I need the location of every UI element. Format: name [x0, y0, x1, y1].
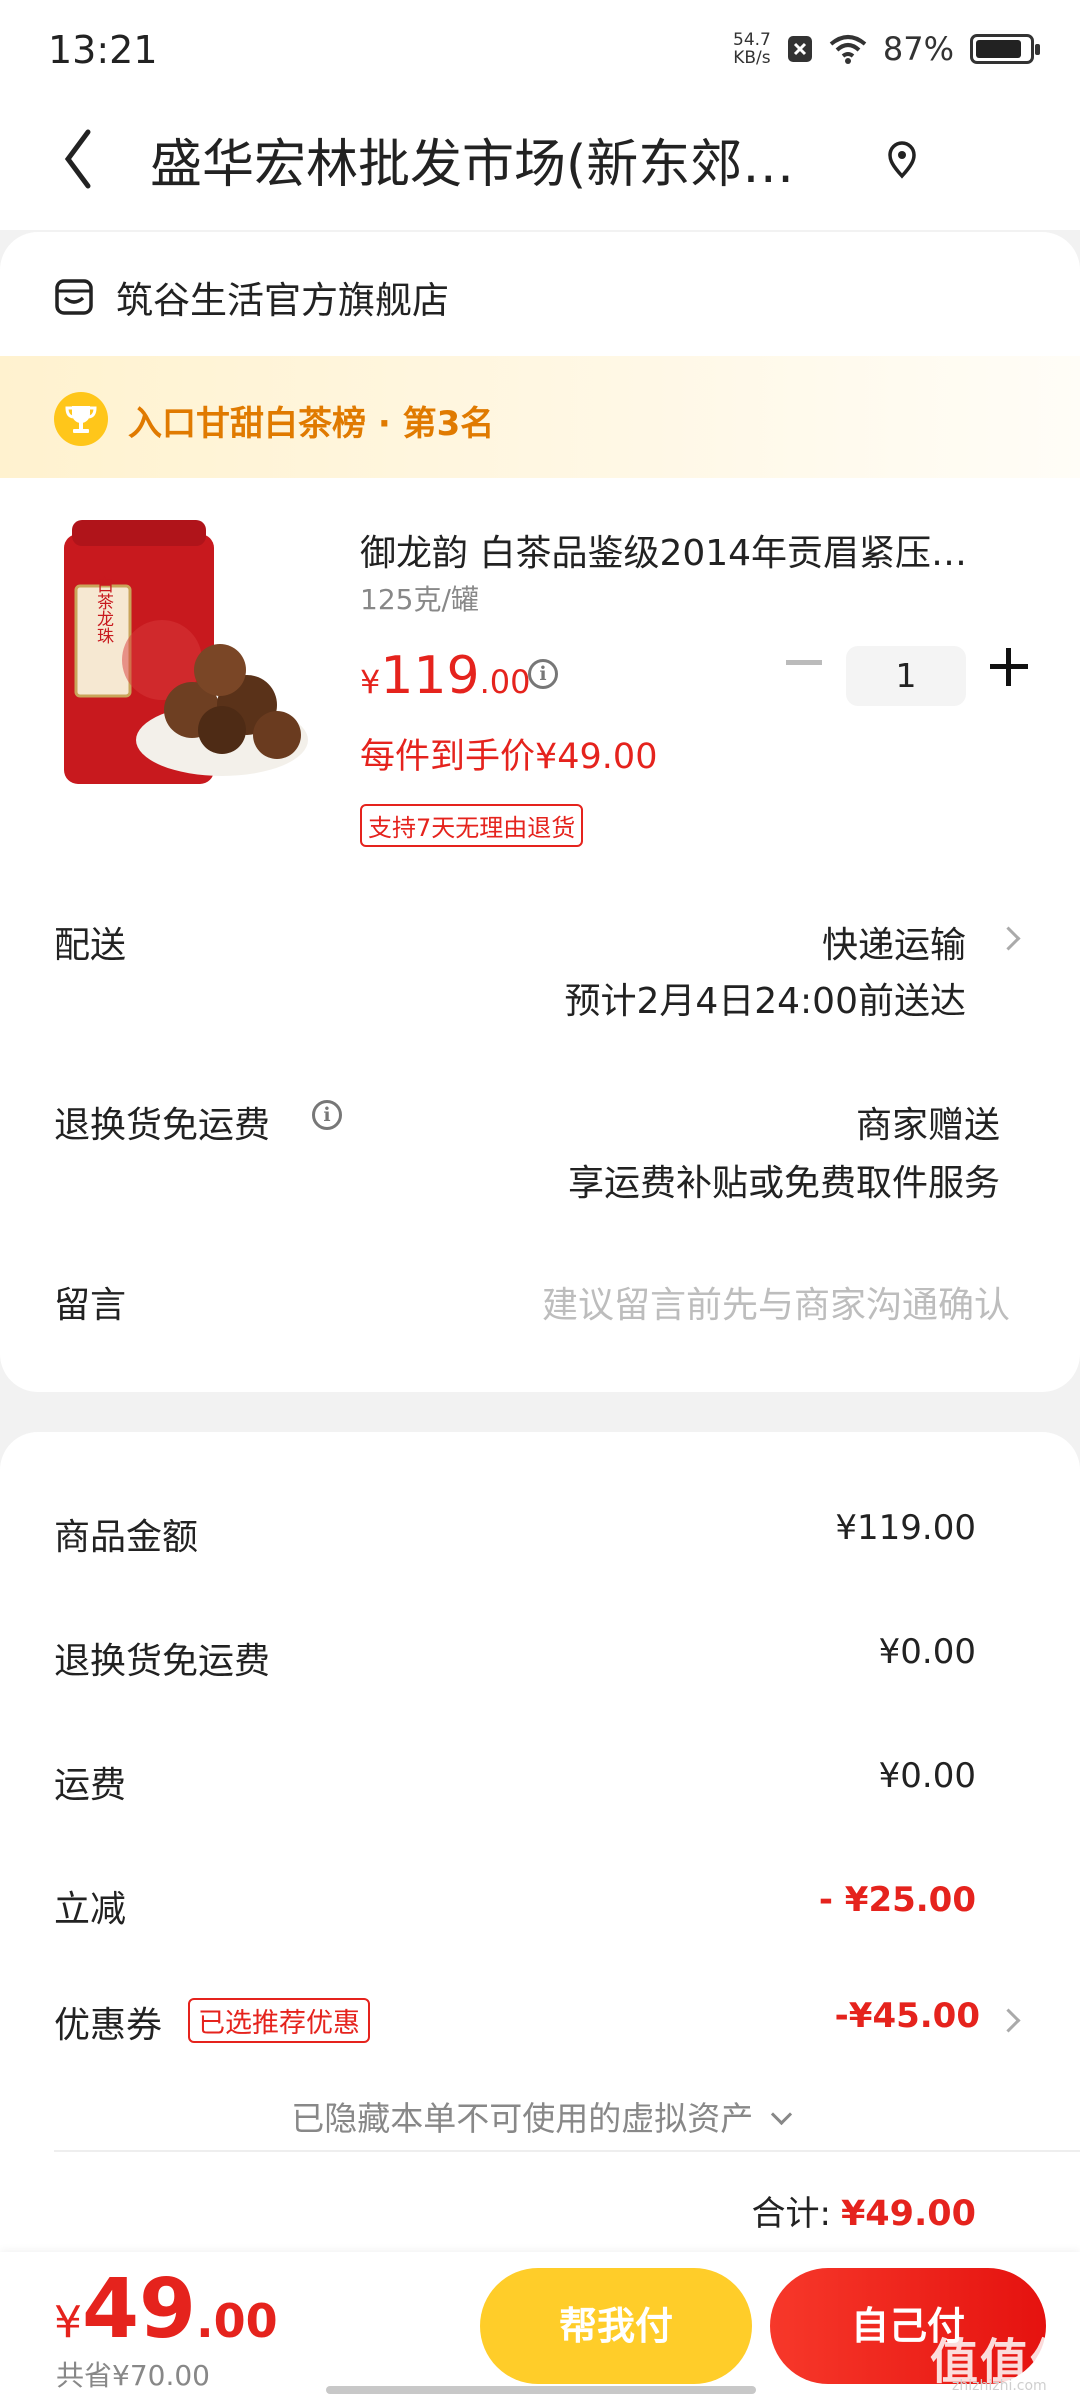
coupon-tag: 已选推荐优惠: [188, 1998, 370, 2043]
back-arrow-icon: [64, 129, 91, 189]
back-button[interactable]: [56, 124, 106, 194]
product-spec: 125克/罐: [360, 583, 479, 616]
store-name: 筑谷生活官方旗舰店: [116, 279, 449, 322]
divider: [54, 2150, 1080, 2152]
remark-label: 留言: [54, 1285, 127, 1326]
trophy-icon: [54, 392, 108, 446]
home-indicator[interactable]: [326, 2386, 756, 2394]
notification-blocked-icon: [787, 36, 812, 62]
price-info-icon[interactable]: i: [528, 659, 558, 689]
battery-level: [976, 40, 1022, 58]
return-shipping-desc: 享运费补贴或免费取件服务: [567, 1163, 1000, 1204]
pay-amount: ¥ 49 .00: [54, 2262, 278, 2357]
product-price: ¥ 119 .00: [360, 646, 531, 706]
delivery-method[interactable]: 快递运输: [822, 916, 966, 968]
summary-label-shipping: 运费: [54, 1765, 127, 1806]
location-button[interactable]: [880, 138, 924, 182]
unit-price: 每件到手价¥49.00: [360, 737, 658, 777]
net-speed: 54.7 KB/s: [733, 30, 771, 68]
summary-value-subtotal: ¥119.00: [835, 1508, 976, 1548]
summary-label-discount: 立减: [54, 1889, 127, 1930]
watermark-url: zhizhizhi.com: [952, 2378, 1047, 2394]
total-row: 合计: ¥49.00: [751, 2194, 976, 2234]
rank-text: 入口甘甜白茶榜 · 第3名: [128, 404, 495, 444]
return-policy-badge: 支持7天无理由退货: [360, 804, 584, 847]
help-pay-button[interactable]: 帮我付: [480, 2268, 752, 2384]
delivery-label: 配送: [54, 925, 127, 966]
saved-amount: 共省¥70.00: [56, 2359, 210, 2392]
status-time: 13:21: [48, 28, 158, 72]
total-value: ¥49.00: [840, 2194, 976, 2234]
summary-label-subtotal: 商品金额: [54, 1517, 199, 1558]
product-image[interactable]: 白茶龙珠: [52, 520, 312, 796]
minus-icon: [786, 660, 822, 665]
quantity-increase-button[interactable]: [986, 644, 1032, 690]
product-image-label: 白茶龙珠: [93, 576, 114, 644]
product-title[interactable]: 御龙韵 白茶品鉴级2014年贡眉紧压…: [360, 524, 1010, 576]
store-row[interactable]: 筑谷生活官方旗舰店: [54, 270, 449, 324]
chevron-down-icon: [770, 2103, 792, 2126]
page-title[interactable]: 盛华宏林批发市场(新东郊…: [150, 122, 830, 197]
quantity-input[interactable]: 1: [846, 646, 966, 706]
store-icon: [55, 279, 93, 315]
return-shipping-info-icon[interactable]: i: [312, 1100, 342, 1130]
summary-value-return-shipping: ¥0.00: [878, 1632, 976, 1672]
wifi-icon: [829, 35, 867, 64]
coupon-value[interactable]: -¥45.00: [835, 1996, 980, 2036]
status-icons: 54.7 KB/s 87%: [733, 30, 1040, 68]
summary-value-discount: - ¥25.00: [818, 1880, 976, 1920]
location-pin-icon: [888, 141, 916, 179]
return-shipping-label: 退换货免运费: [54, 1105, 271, 1146]
coupon-label: 优惠券: [54, 2005, 163, 2046]
return-shipping-value: 商家赠送: [855, 1105, 1000, 1146]
delivery-eta: 预计2月4日24:00前送达: [564, 981, 966, 1022]
remark-input[interactable]: 建议留言前先与商家沟通确认: [542, 1276, 1010, 1328]
summary-value-shipping: ¥0.00: [878, 1756, 976, 1796]
battery-icon: [970, 34, 1040, 64]
summary-label-return-shipping: 退换货免运费: [54, 1641, 271, 1682]
battery-percent: 87%: [882, 30, 954, 68]
hidden-assets-toggle[interactable]: 已隐藏本单不可使用的虚拟资产: [0, 2092, 1080, 2140]
